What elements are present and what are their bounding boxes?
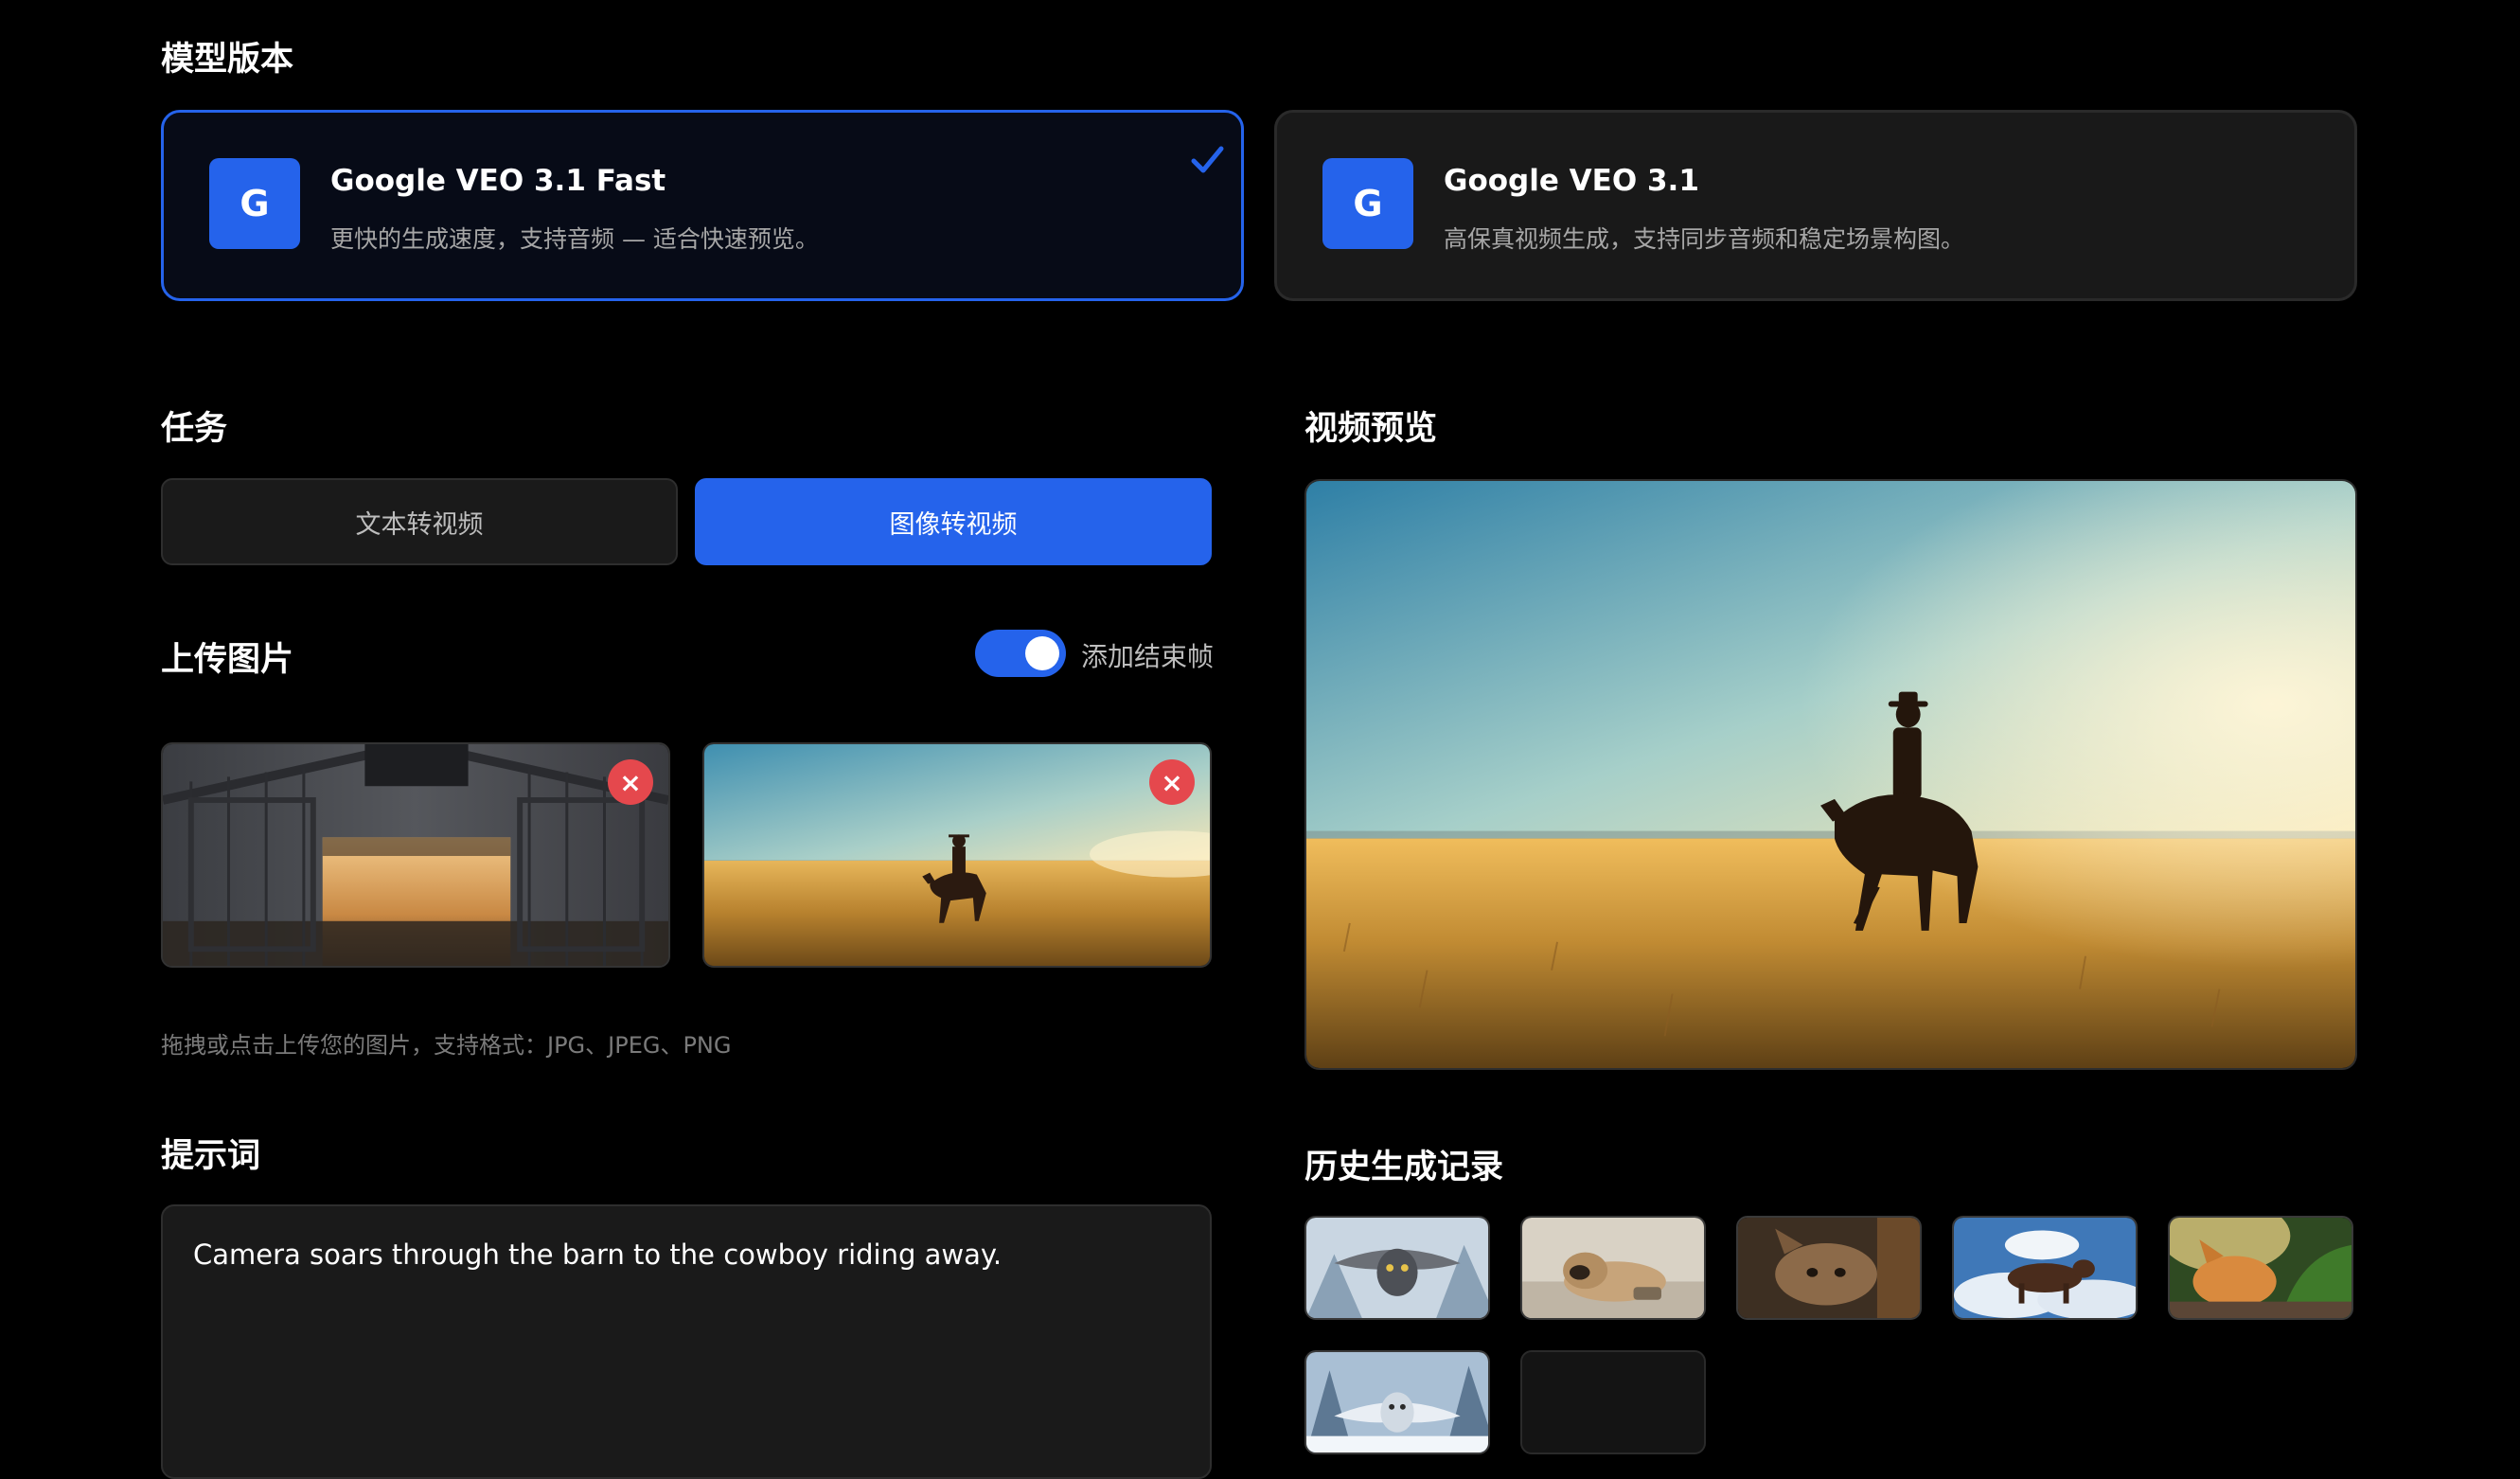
history-item-kitten[interactable]	[1736, 1216, 1922, 1320]
history-item-owl[interactable]	[1304, 1216, 1490, 1320]
kitten-thumbnail	[1738, 1218, 1920, 1318]
model-name: Google VEO 3.1 Fast	[330, 164, 666, 198]
model-card-veo-fast[interactable]: G Google VEO 3.1 Fast 更快的生成速度，支持音频 — 适合快…	[161, 110, 1244, 301]
google-logo-icon: G	[209, 158, 300, 249]
upload-section-title: 上传图片	[161, 641, 294, 679]
model-name: Google VEO 3.1	[1444, 164, 1699, 198]
pug-thumbnail	[1522, 1218, 1704, 1318]
uploaded-image-start-frame: ×	[161, 742, 670, 968]
upload-hint: 拖拽或点击上传您的图片，支持格式：JPG、JPEG、PNG	[161, 1032, 732, 1059]
app-root: 模型版本 G Google VEO 3.1 Fast 更快的生成速度，支持音频 …	[0, 0, 2520, 1479]
model-description: 更快的生成速度，支持音频 — 适合快速预览。	[330, 225, 819, 253]
history-item-bull[interactable]	[1952, 1216, 2138, 1320]
history-item-pug[interactable]	[1520, 1216, 1706, 1320]
video-preview-frame	[1306, 481, 2355, 1068]
owl-thumbnail	[1306, 1218, 1488, 1318]
close-icon: ×	[1161, 766, 1183, 798]
tab-image-to-video[interactable]: 图像转视频	[695, 478, 1212, 565]
winter-owl-thumbnail	[1306, 1352, 1488, 1452]
barn-image	[163, 744, 668, 966]
check-icon	[1191, 146, 1224, 173]
video-preview[interactable]	[1304, 479, 2357, 1070]
tab-text-to-video[interactable]: 文本转视频	[161, 478, 678, 565]
end-frame-toggle-label: 添加结束帧	[1081, 641, 1215, 672]
model-section-title: 模型版本	[161, 41, 294, 79]
end-frame-toggle[interactable]	[975, 630, 1066, 677]
prompt-section-title: 提示词	[161, 1137, 261, 1175]
bull-thumbnail	[1954, 1218, 2136, 1318]
history-section-title: 历史生成记录	[1304, 1149, 1504, 1186]
toggle-knob	[1025, 636, 1059, 670]
prompt-text: Camera soars through the barn to the cow…	[193, 1238, 1003, 1271]
cat-garden-thumbnail	[2170, 1218, 2351, 1318]
remove-image-button[interactable]: ×	[608, 759, 653, 805]
history-item-placeholder[interactable]	[1520, 1350, 1706, 1454]
uploaded-image-end-frame: ×	[702, 742, 1212, 968]
model-description: 高保真视频生成，支持同步音频和稳定场景构图。	[1444, 225, 1965, 253]
google-logo-icon: G	[1322, 158, 1413, 249]
preview-section-title: 视频预览	[1304, 410, 1438, 448]
prompt-input[interactable]: Camera soars through the barn to the cow…	[161, 1204, 1212, 1479]
task-section-title: 任务	[161, 410, 228, 448]
close-icon: ×	[619, 766, 642, 798]
remove-image-button[interactable]: ×	[1149, 759, 1195, 805]
history-item-winter-owl[interactable]	[1304, 1350, 1490, 1454]
model-card-veo[interactable]: G Google VEO 3.1 高保真视频生成，支持同步音频和稳定场景构图。	[1274, 110, 2357, 301]
history-item-cat-garden[interactable]	[2168, 1216, 2353, 1320]
cowboy-image	[704, 744, 1210, 966]
